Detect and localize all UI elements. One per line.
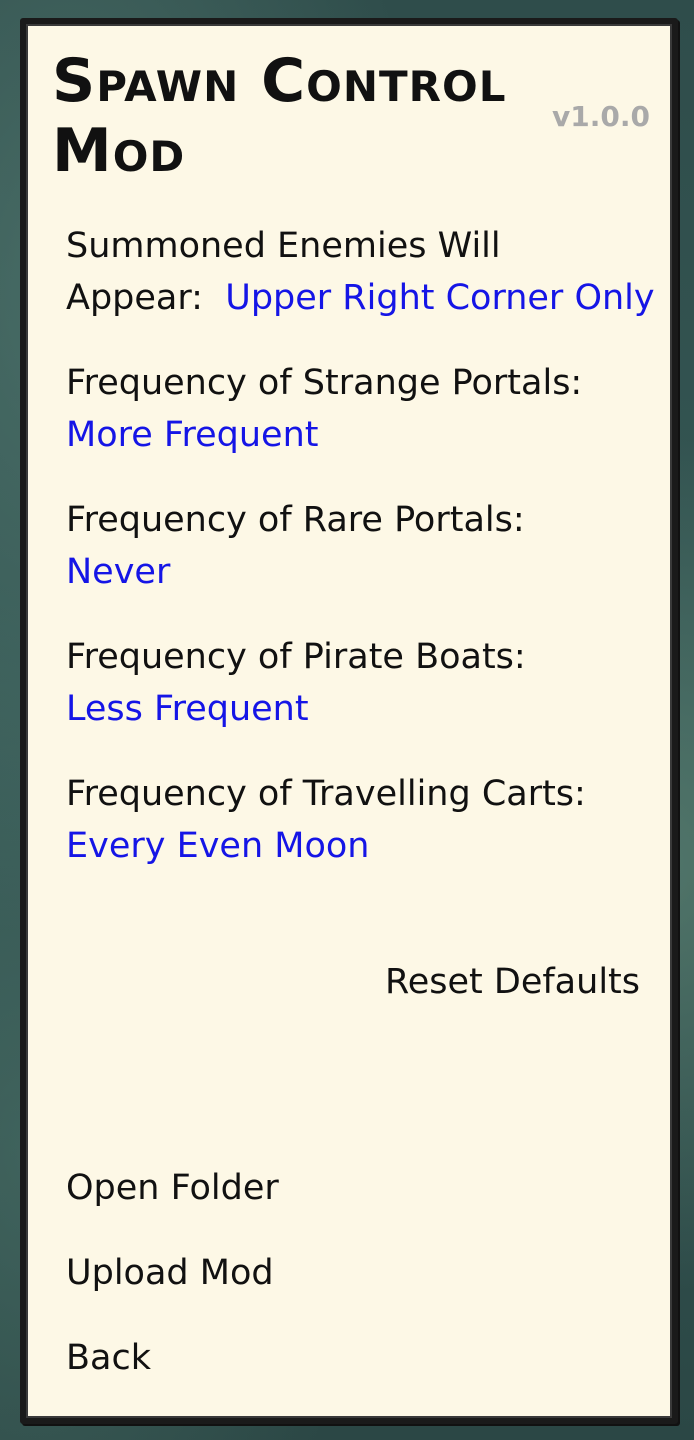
setting-label: Frequency of Pirate Boats: (66, 637, 526, 677)
setting-value: Never (66, 552, 171, 592)
setting-summoned-enemies[interactable]: Summoned Enemies Will Appear: Upper Righ… (66, 220, 656, 324)
setting-label: Frequency of Rare Portals: (66, 500, 525, 540)
mod-settings-panel: Spawn Control Mod v1.0.0 Summoned Enemie… (20, 18, 678, 1424)
open-folder-button[interactable]: Open Folder (66, 1162, 279, 1214)
setting-pirate-boats[interactable]: Frequency of Pirate Boats: Less Frequent (66, 631, 656, 735)
page-title: Spawn Control Mod (52, 46, 507, 186)
upload-mod-button[interactable]: Upload Mod (66, 1247, 279, 1299)
setting-label: Frequency of Travelling Carts: (66, 774, 586, 814)
setting-value: Every Even Moon (66, 826, 370, 866)
setting-value: More Frequent (66, 415, 319, 455)
setting-value: Less Frequent (66, 689, 309, 729)
setting-travelling-carts[interactable]: Frequency of Travelling Carts: Every Eve… (66, 768, 656, 872)
setting-strange-portals[interactable]: Frequency of Strange Portals: More Frequ… (66, 357, 656, 461)
setting-value: Upper Right Corner Only (225, 278, 655, 318)
setting-label: Frequency of Strange Portals: (66, 363, 583, 403)
version-label: v1.0.0 (552, 100, 650, 133)
settings-list: Summoned Enemies Will Appear: Upper Righ… (66, 220, 656, 905)
reset-defaults-button[interactable]: Reset Defaults (385, 956, 640, 1008)
bottom-menu: Open Folder Upload Mod Back (66, 1162, 279, 1417)
setting-rare-portals[interactable]: Frequency of Rare Portals: Never (66, 494, 656, 598)
back-button[interactable]: Back (66, 1332, 279, 1384)
